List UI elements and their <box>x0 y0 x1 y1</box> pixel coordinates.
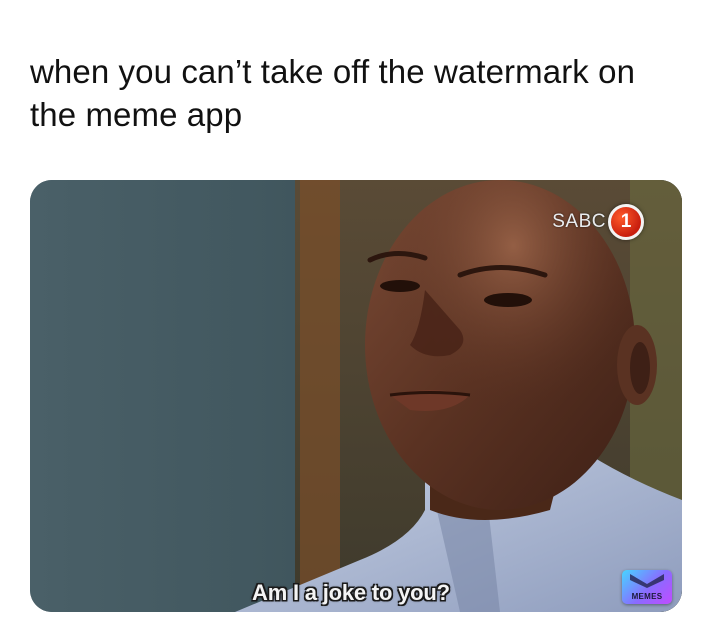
meme-photo <box>30 180 682 612</box>
channel-logo: SABC 1 <box>552 204 644 240</box>
meme-caption: when you can’t take off the watermark on… <box>30 53 636 133</box>
meme-image: SABC 1 Am I a joke to you? MEMES <box>30 180 682 612</box>
app-watermark-logo: MEMES <box>622 570 672 604</box>
watermark-label: MEMES <box>631 592 663 601</box>
app-logo-icon <box>630 574 664 588</box>
channel-logo-text: SABC <box>552 211 606 232</box>
subtitle-text: Am I a joke to you? <box>252 580 450 605</box>
channel-number-badge: 1 <box>608 204 644 240</box>
